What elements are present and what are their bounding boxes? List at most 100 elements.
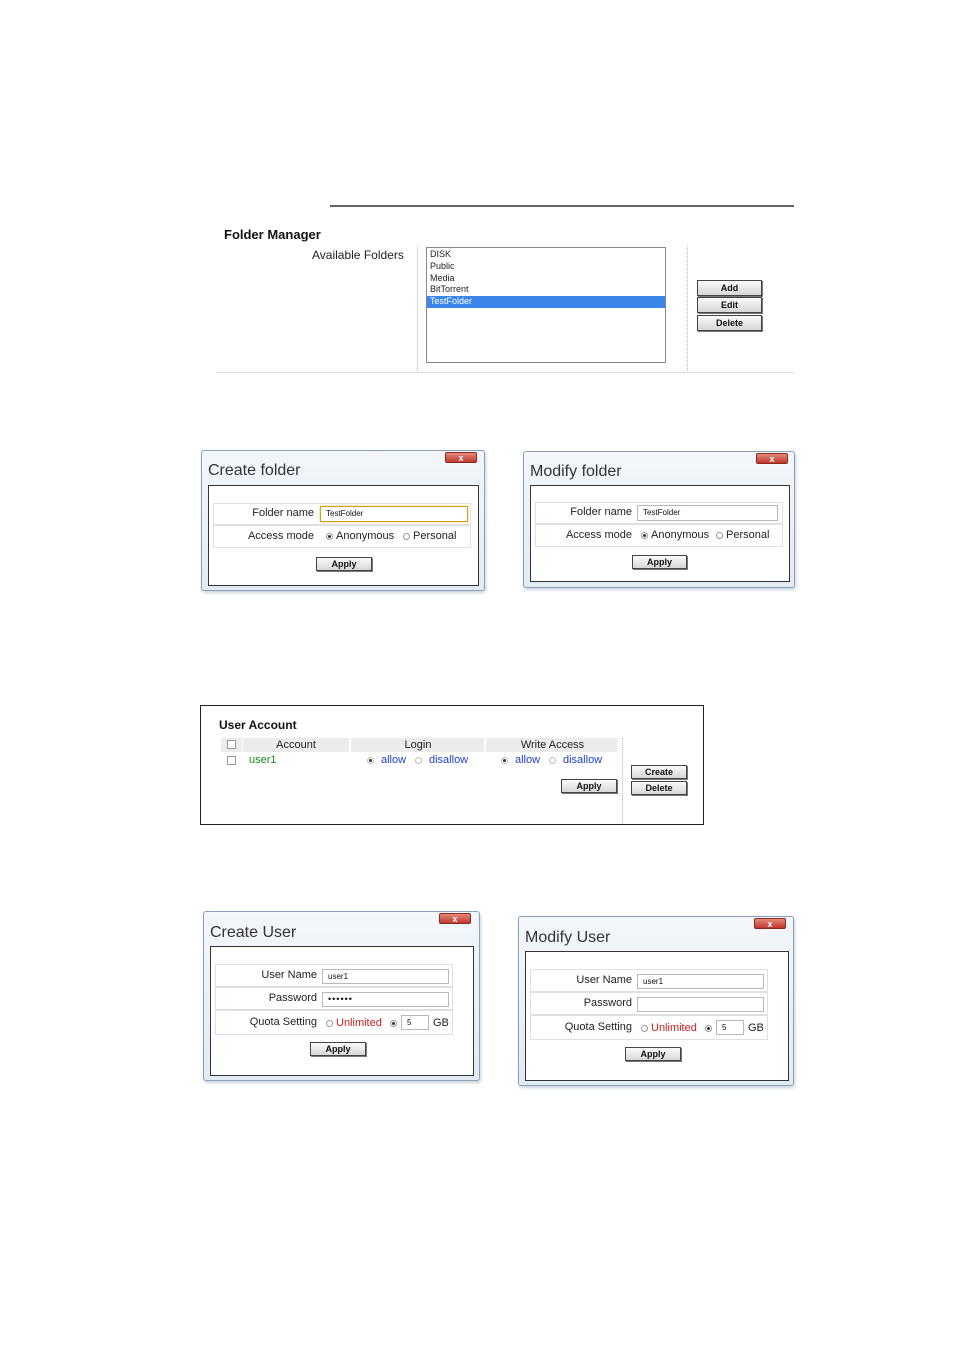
quota-unit-label: GB [433,1017,449,1029]
unlimited-label: Unlimited [651,1022,697,1034]
apply-button[interactable]: Apply [316,557,372,571]
user-name-label: User Name [576,974,632,986]
password-row: Password [530,992,768,1015]
password-input[interactable] [637,997,764,1012]
personal-radio[interactable] [403,533,410,540]
login-allow-label: allow [381,754,407,766]
account-name: user1 [249,754,277,766]
divider [417,246,418,371]
close-icon[interactable]: x [754,918,786,929]
delete-user-button[interactable]: Delete [631,781,687,795]
folder-list-item[interactable]: DISK [427,249,665,261]
column-header-account: Account [242,738,349,752]
close-icon[interactable]: x [756,453,788,464]
quota-limit-radio[interactable] [390,1020,397,1027]
unlimited-radio[interactable] [641,1025,648,1032]
personal-label: Personal [413,530,457,542]
row-checkbox[interactable] [227,756,236,765]
folder-list-item[interactable]: Public [427,261,665,273]
unlimited-label: Unlimited [336,1017,382,1029]
anonymous-radio[interactable] [641,532,648,539]
quota-size-input[interactable]: 5 [716,1020,744,1035]
access-mode-label: Access mode [247,530,314,542]
edit-folder-button[interactable]: Edit [697,297,762,313]
folder-manager-title: Folder Manager [224,227,321,242]
dialog-body: User Name user1 Password •••••• Quota Se… [210,946,474,1076]
user-account-title: User Account [219,718,297,732]
quota-size-input[interactable]: 5 [401,1015,429,1030]
write-disallow-radio[interactable] [549,757,556,764]
user-name-label: User Name [261,969,317,981]
folder-name-row: Folder name TestFolder [213,503,471,525]
folder-name-input[interactable]: TestFolder [637,505,778,521]
dialog-body: Folder name TestFolder Access mode Anony… [208,485,479,586]
anonymous-radio[interactable] [326,533,333,540]
user-name-input[interactable]: user1 [322,969,449,984]
login-disallow-radio[interactable] [415,757,422,764]
header-rule [330,205,794,207]
folder-name-row: Folder name TestFolder [535,502,783,524]
select-all-checkbox[interactable] [227,740,236,749]
write-allow-radio[interactable] [501,757,508,764]
table-row: user1 allow disallow allow disallow [221,754,617,768]
column-header-login: Login [349,738,485,752]
modify-folder-dialog: Modify folder x Folder name TestFolder A… [523,451,795,588]
access-mode-label: Access mode [565,529,632,541]
divider [622,738,623,824]
quota-limit-radio[interactable] [705,1025,712,1032]
user-account-panel: User Account Account Login Write Access … [200,705,704,825]
divider [216,372,794,373]
quota-setting-row: Quota Setting Unlimited 5 GB [215,1010,453,1035]
folder-list-item[interactable]: Media [427,273,665,285]
modify-user-dialog: Modify User x User Name user1 Password Q… [518,916,794,1086]
dialog-body: Folder name TestFolder Access mode Anony… [530,485,790,582]
login-disallow-label: disallow [429,754,469,766]
folder-list-item-selected[interactable]: TestFolder [427,296,665,308]
close-icon[interactable]: x [439,913,471,924]
access-mode-row: Access mode Anonymous Personal [213,525,471,548]
access-mode-row: Access mode Anonymous Personal [535,524,783,547]
folder-list-item[interactable]: BitTorrent [427,284,665,296]
password-label: Password [583,997,632,1009]
dialog-title: Create folder [208,462,301,479]
close-icon[interactable]: x [445,452,477,463]
write-allow-label: allow [515,754,541,766]
personal-label: Personal [726,529,770,541]
quota-unit-label: GB [748,1022,764,1034]
quota-setting-label: Quota Setting [249,1016,317,1028]
user-name-row: User Name user1 [530,969,768,992]
folder-name-input[interactable]: TestFolder [320,506,468,522]
available-folders-label: Available Folders [312,248,404,262]
write-disallow-label: disallow [563,754,603,766]
quota-setting-row: Quota Setting Unlimited 5 GB [530,1015,768,1040]
apply-button[interactable]: Apply [625,1047,681,1061]
folder-name-label: Folder name [252,507,314,519]
password-row: Password •••••• [215,987,453,1010]
column-header-write-access: Write Access [484,738,619,752]
create-user-dialog: Create User x User Name user1 Password •… [203,911,480,1081]
dialog-title: Modify folder [530,463,622,480]
dialog-title: Create User [210,924,297,941]
delete-folder-button[interactable]: Delete [697,315,762,331]
dialog-body: User Name user1 Password Quota Setting U… [525,951,789,1081]
dialog-title: Modify User [525,929,611,946]
personal-radio[interactable] [716,532,723,539]
password-input[interactable]: •••••• [322,992,449,1007]
available-folders-listbox[interactable]: DISK Public Media BitTorrent TestFolder [426,247,666,363]
login-allow-radio[interactable] [367,757,374,764]
apply-button[interactable]: Apply [310,1042,366,1056]
apply-button[interactable]: Apply [632,555,687,569]
quota-setting-label: Quota Setting [564,1021,632,1033]
folder-name-label: Folder name [570,506,632,518]
create-folder-dialog: Create folder x Folder name TestFolder A… [201,450,485,591]
divider [687,246,688,371]
add-folder-button[interactable]: Add [697,280,762,296]
user-name-input[interactable]: user1 [637,974,764,989]
unlimited-radio[interactable] [326,1020,333,1027]
table-header: Account Login Write Access [221,738,617,752]
create-user-button[interactable]: Create [631,765,687,779]
anonymous-label: Anonymous [336,530,395,542]
password-label: Password [268,992,317,1004]
apply-button[interactable]: Apply [561,779,617,793]
anonymous-label: Anonymous [651,529,710,541]
